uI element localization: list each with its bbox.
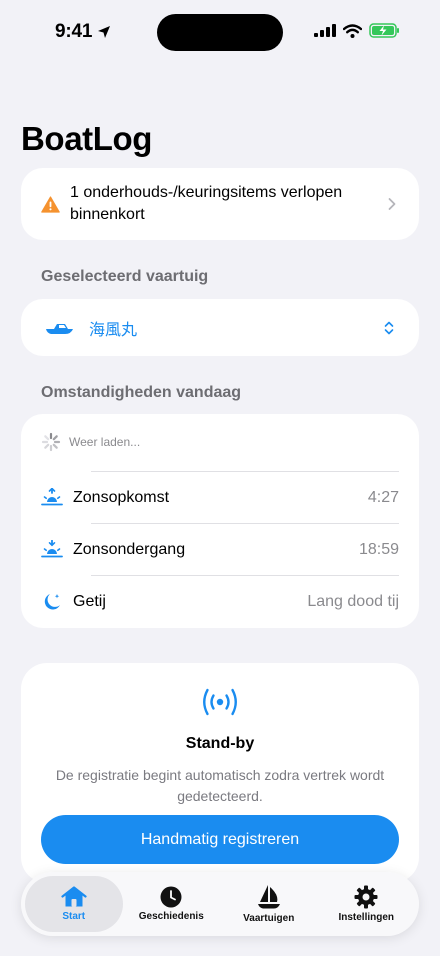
dynamic-island bbox=[157, 14, 283, 51]
condition-label: Getij bbox=[73, 593, 106, 610]
condition-label: Zonsondergang bbox=[73, 541, 186, 558]
warning-triangle-icon bbox=[41, 195, 60, 213]
chevron-up-down-icon bbox=[384, 321, 394, 334]
weather-status-text: Weer laden... bbox=[69, 435, 141, 449]
status-time: 9:41 bbox=[55, 21, 111, 43]
loading-spinner-icon bbox=[41, 432, 61, 452]
tab-label: Vaartuigen bbox=[243, 913, 295, 924]
location-arrow-icon bbox=[98, 26, 111, 38]
moon-icon bbox=[44, 594, 60, 610]
section-label-conditions: Omstandigheden vandaag bbox=[41, 384, 242, 401]
house-icon bbox=[61, 886, 87, 907]
alert-text: 1 onderhouds-/keuringsitems verlopen bin… bbox=[70, 184, 343, 223]
vessel-picker[interactable]: 海風丸 bbox=[21, 299, 419, 356]
standby-title: Stand-by bbox=[185, 735, 255, 752]
cellular-signal-icon bbox=[314, 24, 336, 37]
selected-vessel-name: 海風丸 bbox=[89, 321, 138, 339]
conditions-card: Weer laden... Zonsopkomst 4:27 Zonsonder… bbox=[21, 414, 419, 628]
condition-value: 18:59 bbox=[358, 541, 399, 558]
status-time-text: 9:41 bbox=[55, 21, 93, 42]
tab-vaartuigen[interactable]: Vaartuigen bbox=[220, 876, 318, 932]
condition-label: Zonsopkomst bbox=[73, 489, 170, 506]
sunrise-icon bbox=[41, 488, 63, 506]
antenna-radiowaves-icon bbox=[203, 688, 237, 716]
gear-icon bbox=[354, 885, 378, 909]
standby-description: De registratie begint automatisch zodra … bbox=[55, 767, 385, 804]
screen: 9:41 BoatLog 1 onderhouds-/keuringsitems… bbox=[0, 0, 440, 956]
tab-bar: Start Geschiedenis Vaartuigen Instelling… bbox=[21, 872, 419, 936]
condition-row-sunrise: Zonsopkomst 4:27 bbox=[41, 472, 399, 524]
page-title: BoatLog bbox=[21, 120, 153, 157]
section-label-vessel: Geselecteerd vaartuig bbox=[41, 268, 209, 285]
tab-label: Start bbox=[62, 911, 86, 922]
chevron-right-icon bbox=[388, 198, 396, 210]
condition-row-sunset: Zonsondergang 18:59 bbox=[41, 524, 399, 576]
speedboat-icon bbox=[46, 323, 73, 334]
condition-value: 4:27 bbox=[367, 489, 399, 506]
clock-icon bbox=[160, 886, 182, 908]
tab-label: Geschiedenis bbox=[138, 911, 204, 922]
sunset-icon bbox=[41, 540, 63, 558]
manual-record-button[interactable]: Handmatig registreren bbox=[41, 815, 399, 864]
tab-geschiedenis[interactable]: Geschiedenis bbox=[123, 876, 221, 932]
maintenance-alert-card[interactable]: 1 onderhouds-/keuringsitems verlopen bin… bbox=[21, 168, 419, 240]
recording-standby-card: Stand-by De registratie begint automatis… bbox=[21, 663, 419, 883]
wifi-icon bbox=[343, 23, 362, 38]
tab-start[interactable]: Start bbox=[25, 876, 123, 932]
battery-charging-icon bbox=[369, 23, 399, 38]
tab-instellingen[interactable]: Instellingen bbox=[318, 876, 416, 932]
condition-value: Lang dood tij bbox=[307, 593, 399, 610]
tab-label: Instellingen bbox=[338, 912, 395, 923]
status-icons bbox=[314, 23, 400, 38]
condition-row-tide: Getij Lang dood tij bbox=[41, 576, 399, 628]
sailboat-icon bbox=[257, 885, 280, 909]
weather-loading: Weer laden... bbox=[41, 432, 140, 452]
